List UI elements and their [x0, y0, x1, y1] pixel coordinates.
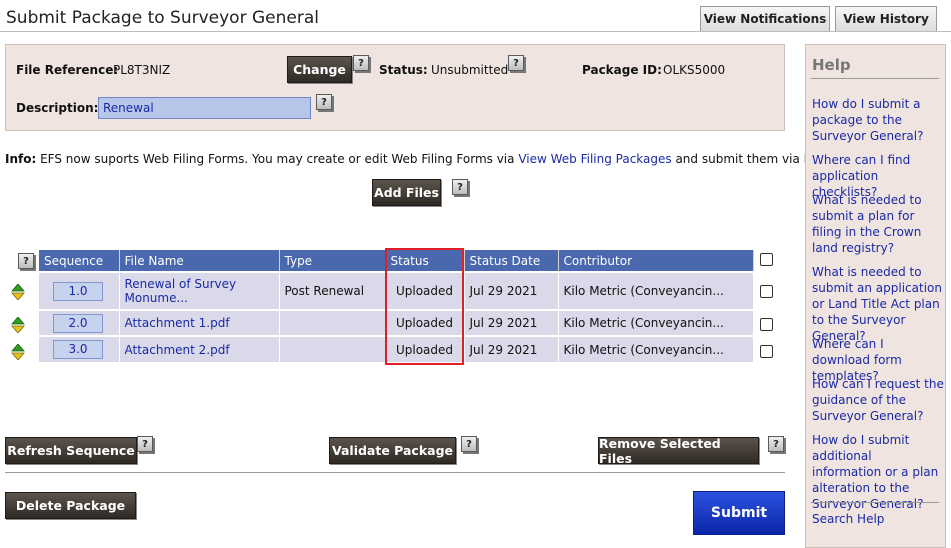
description-label: Description:: [16, 101, 99, 115]
validate-help-icon[interactable]: ?: [461, 436, 477, 452]
reorder-arrows-icon[interactable]: [11, 284, 25, 300]
sequence-input[interactable]: 3.0: [53, 340, 103, 359]
help-title: Help: [812, 56, 851, 74]
validate-package-button[interactable]: Validate Package: [329, 437, 456, 464]
sequence-input[interactable]: 1.0: [53, 281, 103, 301]
help-link-guidance[interactable]: How can I request the guidance of the Su…: [812, 376, 944, 424]
remove-help-icon[interactable]: ?: [768, 436, 784, 452]
file-status-date: Jul 29 2021: [464, 271, 559, 310]
col-sequence: Sequence: [39, 250, 120, 272]
file-name-link[interactable]: Renewal of Survey Monume...: [125, 277, 237, 305]
status-help-icon[interactable]: ?: [508, 55, 524, 71]
view-web-filing-packages-link[interactable]: View Web Filing Packages: [518, 152, 671, 166]
page-title: Submit Package to Surveyor General: [6, 8, 319, 28]
add-files-help-icon[interactable]: ?: [452, 179, 468, 195]
row-checkbox[interactable]: [760, 345, 773, 358]
refresh-help-icon[interactable]: ?: [137, 436, 153, 452]
delete-package-button[interactable]: Delete Package: [5, 492, 136, 519]
file-contributor: Kilo Metric (Conveyancin...: [558, 309, 754, 336]
help-link-crown-land[interactable]: What is needed to submit a plan for fili…: [812, 192, 944, 256]
help-divider: [811, 502, 939, 503]
description-help-icon[interactable]: ?: [316, 94, 332, 110]
file-name-link[interactable]: Attachment 1.pdf: [125, 316, 230, 330]
change-help-icon[interactable]: ?: [353, 55, 369, 71]
file-contributor: Kilo Metric (Conveyancin...: [558, 335, 754, 362]
sequence-input[interactable]: 2.0: [53, 313, 103, 333]
refresh-sequence-button[interactable]: Refresh Sequence: [5, 437, 137, 464]
add-files-button[interactable]: Add Files: [372, 179, 441, 206]
file-reference-label: File Reference:: [16, 63, 119, 77]
actions-divider: [5, 472, 785, 473]
file-reference-value: PL8T3NIZ: [113, 63, 171, 77]
reorder-arrows-icon[interactable]: [11, 344, 25, 360]
file-type: [279, 335, 386, 362]
package-id-label: Package ID:: [582, 63, 662, 77]
col-file-name: File Name: [119, 250, 280, 272]
tab-view-history[interactable]: View History: [835, 6, 937, 31]
info-text-before: EFS now suports Web Filing Forms. You ma…: [36, 152, 519, 166]
package-id-value: OLKS5000: [663, 63, 726, 77]
file-status-date: Jul 29 2021: [464, 335, 559, 362]
status-value: Unsubmitted: [431, 63, 509, 77]
help-link-additional-info[interactable]: How do I submit additional information o…: [812, 432, 944, 512]
row-checkbox[interactable]: [760, 318, 773, 331]
info-message: Info: EFS now suports Web Filing Forms. …: [5, 152, 829, 166]
help-link-submit-package[interactable]: How do I submit a package to the Surveyo…: [812, 96, 944, 144]
tab-view-notifications[interactable]: View Notifications: [700, 6, 830, 31]
file-type: [279, 309, 386, 336]
info-prefix: Info:: [5, 152, 37, 166]
file-type: Post Renewal: [279, 271, 386, 310]
status-label: Status:: [379, 63, 428, 77]
table-help-icon[interactable]: ?: [18, 253, 34, 269]
col-type: Type: [279, 250, 386, 272]
select-all-checkbox[interactable]: [760, 253, 773, 266]
file-name-link[interactable]: Attachment 2.pdf: [125, 343, 230, 357]
file-contributor: Kilo Metric (Conveyancin...: [558, 271, 754, 310]
remove-selected-files-button[interactable]: Remove Selected Files: [598, 436, 759, 466]
change-button[interactable]: Change: [287, 56, 352, 83]
row-checkbox[interactable]: [760, 285, 773, 298]
col-status-date: Status Date: [464, 250, 559, 272]
help-divider: [811, 78, 939, 79]
file-status-date: Jul 29 2021: [464, 309, 559, 336]
status-column-highlight: [385, 248, 464, 365]
help-link-land-title-act[interactable]: What is needed to submit an application …: [812, 264, 944, 344]
submit-button[interactable]: Submit: [693, 491, 785, 535]
help-panel: Help How do I submit a package to the Su…: [805, 44, 946, 548]
search-help-link[interactable]: Search Help: [812, 511, 944, 527]
reorder-arrows-icon[interactable]: [11, 317, 25, 333]
title-divider: [0, 31, 951, 32]
description-input[interactable]: Renewal: [98, 97, 311, 119]
col-contributor: Contributor: [558, 250, 754, 272]
